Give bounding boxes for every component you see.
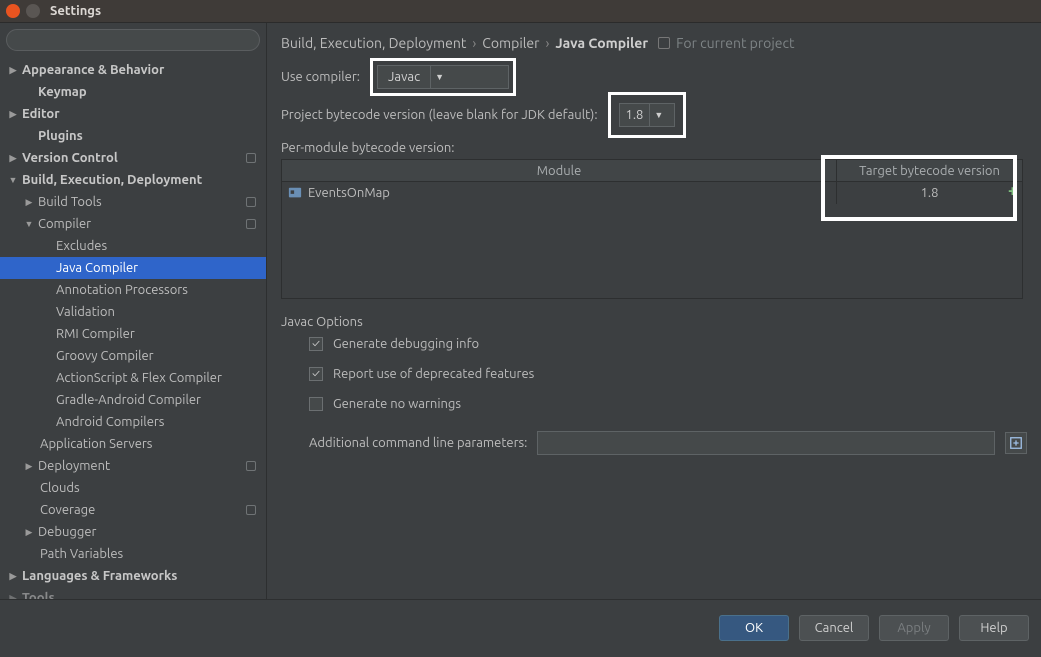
window-maximize-icon[interactable]: [26, 4, 40, 18]
tree-asflex[interactable]: ActionScript & Flex Compiler: [0, 367, 266, 389]
apply-button[interactable]: Apply: [879, 615, 949, 641]
javac-options-label: Javac Options: [281, 315, 1027, 329]
breadcrumb: Build, Execution, Deployment › Compiler …: [267, 23, 1041, 59]
addl-params-input[interactable]: [537, 431, 995, 455]
tree-plugins[interactable]: Plugins: [0, 125, 266, 147]
module-table-header: Module Target bytecode version: [282, 160, 1022, 182]
report-deprecated-label: Report use of deprecated features: [333, 367, 534, 381]
tree-debugger[interactable]: ▶Debugger: [0, 521, 266, 543]
settings-sidebar: ▶Appearance & Behavior Keymap ▶Editor Pl…: [0, 23, 267, 599]
report-deprecated-checkbox[interactable]: [309, 367, 323, 381]
tree-groovy[interactable]: Groovy Compiler: [0, 345, 266, 367]
add-module-button[interactable]: +: [1008, 184, 1024, 200]
col-module: Module: [282, 160, 836, 181]
tree-appearance[interactable]: ▶Appearance & Behavior: [0, 59, 266, 81]
tree-vcs[interactable]: ▶Version Control: [0, 147, 266, 169]
tree-gradle-android[interactable]: Gradle-Android Compiler: [0, 389, 266, 411]
tree-buildtools[interactable]: ▶Build Tools: [0, 191, 266, 213]
tree-rmi[interactable]: RMI Compiler: [0, 323, 266, 345]
use-compiler-label: Use compiler:: [281, 70, 360, 84]
project-scope-icon: [246, 197, 256, 207]
table-row[interactable]: EventsOnMap 1.8: [282, 182, 1022, 204]
tree-validation[interactable]: Validation: [0, 301, 266, 323]
cancel-button[interactable]: Cancel: [799, 615, 869, 641]
settings-tree: ▶Appearance & Behavior Keymap ▶Editor Pl…: [0, 55, 266, 599]
chevron-down-icon: ▼: [649, 104, 667, 126]
tree-annotation[interactable]: Annotation Processors: [0, 279, 266, 301]
project-bytecode-dropdown[interactable]: 1.8 ▼: [619, 103, 675, 127]
tree-editor[interactable]: ▶Editor: [0, 103, 266, 125]
module-icon: [288, 186, 302, 200]
highlight-project-bytecode: 1.8 ▼: [608, 92, 686, 138]
chevron-down-icon: ▼: [430, 66, 448, 88]
generate-no-warn-checkbox[interactable]: [309, 397, 323, 411]
for-current-project-label: For current project: [676, 35, 794, 51]
tree-clouds[interactable]: Clouds: [0, 477, 266, 499]
settings-content: Build, Execution, Deployment › Compiler …: [267, 23, 1041, 599]
crumb-bed[interactable]: Build, Execution, Deployment: [281, 35, 466, 51]
tree-langfw[interactable]: ▶Languages & Frameworks: [0, 565, 266, 587]
crumb-java: Java Compiler: [555, 35, 648, 51]
project-bytecode-value: 1.8: [620, 108, 650, 122]
tree-compiler[interactable]: ▼Compiler: [0, 213, 266, 235]
tree-pathvars[interactable]: Path Variables: [0, 543, 266, 565]
project-scope-icon: [246, 219, 256, 229]
generate-debug-checkbox[interactable]: [309, 337, 323, 351]
window-title: Settings: [50, 4, 101, 18]
module-bytecode-table[interactable]: Module Target bytecode version Events: [281, 159, 1023, 299]
tree-android[interactable]: Android Compilers: [0, 411, 266, 433]
help-button[interactable]: Help: [959, 615, 1029, 641]
module-name: EventsOnMap: [308, 186, 390, 200]
project-scope-icon: [658, 37, 670, 49]
search-input[interactable]: [6, 29, 260, 51]
project-scope-icon: [246, 505, 256, 515]
tree-coverage[interactable]: Coverage: [0, 499, 266, 521]
tree-appservers[interactable]: Application Servers: [0, 433, 266, 455]
highlight-use-compiler: Javac ▼: [370, 58, 516, 96]
col-target: Target bytecode version: [836, 160, 1022, 181]
generate-debug-label: Generate debugging info: [333, 337, 479, 351]
window-close-icon[interactable]: [6, 4, 20, 18]
addl-params-label: Additional command line parameters:: [309, 436, 527, 450]
project-bytecode-label: Project bytecode version (leave blank fo…: [281, 108, 598, 122]
module-target[interactable]: 1.8: [836, 182, 1022, 204]
crumb-compiler[interactable]: Compiler: [482, 35, 539, 51]
use-compiler-dropdown[interactable]: Javac ▼: [377, 65, 509, 89]
ok-button[interactable]: OK: [719, 615, 789, 641]
project-scope-icon: [246, 153, 256, 163]
generate-no-warn-label: Generate no warnings: [333, 397, 461, 411]
project-scope-icon: [246, 461, 256, 471]
window-titlebar: Settings: [0, 0, 1041, 23]
tree-bed[interactable]: ▼Build, Execution, Deployment: [0, 169, 266, 191]
tree-keymap[interactable]: Keymap: [0, 81, 266, 103]
tree-deployment[interactable]: ▶Deployment: [0, 455, 266, 477]
dialog-button-bar: OK Cancel Apply Help: [0, 599, 1041, 655]
expand-params-button[interactable]: [1005, 432, 1027, 454]
tree-java-compiler[interactable]: Java Compiler: [0, 257, 266, 279]
tree-excludes[interactable]: Excludes: [0, 235, 266, 257]
per-module-label: Per-module bytecode version:: [281, 141, 1027, 155]
tree-tools[interactable]: ▶Tools: [0, 587, 266, 599]
use-compiler-value: Javac: [378, 70, 430, 84]
